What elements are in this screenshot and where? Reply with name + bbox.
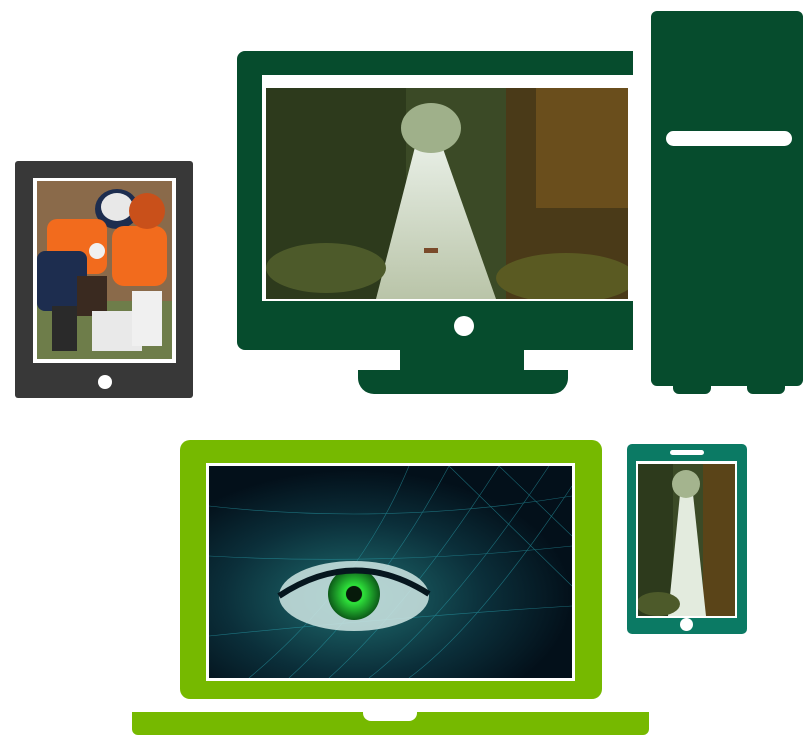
tower-foot-right xyxy=(747,380,785,394)
monitor-power-button xyxy=(454,316,474,336)
phone-speaker xyxy=(670,450,704,455)
tower-drive-slot xyxy=(666,131,792,146)
monitor-screen-image xyxy=(266,88,628,299)
tablet-screen-image xyxy=(37,181,172,359)
laptop-screen-image xyxy=(209,466,572,678)
laptop-opening-notch xyxy=(363,712,417,721)
phone-screen-image xyxy=(638,464,735,616)
pc-tower xyxy=(651,11,803,386)
monitor-stand-base xyxy=(358,370,568,394)
tower-foot-left xyxy=(673,380,711,394)
monitor-neck xyxy=(400,350,524,372)
phone-home-button xyxy=(680,618,693,631)
tablet-home-button xyxy=(98,375,112,389)
